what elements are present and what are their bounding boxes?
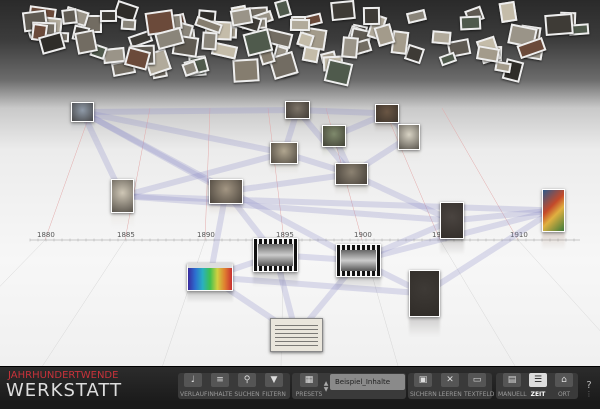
thumb-reflection bbox=[398, 151, 420, 161]
save-icon: ▣ bbox=[414, 373, 432, 387]
thumb-reflection bbox=[322, 148, 346, 157]
thumb-reflection bbox=[285, 120, 310, 127]
thumb-reflection bbox=[336, 278, 381, 291]
thumb-reflection bbox=[440, 240, 464, 255]
relation-link[interactable] bbox=[294, 107, 390, 117]
relation-link[interactable] bbox=[79, 109, 287, 156]
leeren-button[interactable]: ✕ LEEREN bbox=[437, 373, 463, 401]
preset-scroll[interactable]: ▲ ▼ bbox=[323, 381, 329, 409]
thumb-document[interactable] bbox=[398, 124, 420, 150]
thumb-landscape[interactable] bbox=[71, 102, 94, 122]
list-icon: ≡ bbox=[211, 373, 229, 387]
thumb-reflection bbox=[542, 233, 565, 250]
presets-label: PRESETS bbox=[295, 391, 323, 398]
leeren-label: LEEREN bbox=[438, 391, 462, 398]
thumb-reflection bbox=[253, 273, 298, 287]
place-layout-icon: ⌂ bbox=[555, 373, 573, 387]
thumb-reflection bbox=[409, 318, 440, 337]
year-label: 1900 bbox=[354, 231, 372, 239]
sichern-button[interactable]: ▣ SICHERN bbox=[410, 373, 437, 401]
textfeld-label: TEXTFELD bbox=[464, 391, 495, 398]
zeit-button[interactable]: ☰ ZEIT bbox=[526, 373, 550, 401]
floor-line bbox=[517, 239, 600, 332]
presets-button[interactable]: ▦ PRESETS bbox=[294, 373, 324, 401]
thumb-painting[interactable] bbox=[542, 189, 565, 232]
thumb-film-strip[interactable] bbox=[253, 238, 298, 272]
verlauf-label: VERLAUF bbox=[180, 391, 208, 398]
clear-icon: ✕ bbox=[441, 373, 459, 387]
thumb-elderly-portrait[interactable] bbox=[409, 270, 440, 317]
search-icon: ⚲ bbox=[238, 373, 256, 387]
help-button[interactable]: ? ⋮ bbox=[583, 373, 595, 401]
manuell-label: MANUELL bbox=[498, 391, 527, 398]
thumb-theater-poster[interactable] bbox=[270, 318, 323, 352]
timeline-stage[interactable]: 1880188518901895190019051910 bbox=[0, 0, 600, 366]
year-label: 1880 bbox=[37, 231, 55, 239]
thumb-man-portrait[interactable] bbox=[375, 104, 399, 123]
thumb-reflection bbox=[335, 186, 368, 195]
thumb-town[interactable] bbox=[209, 179, 243, 204]
thumb-spectrum[interactable] bbox=[187, 263, 233, 291]
relation-link[interactable] bbox=[79, 107, 301, 115]
poster-lines bbox=[275, 322, 318, 348]
logo-bottom: WERKSTATT bbox=[6, 380, 123, 401]
floor-line bbox=[162, 239, 206, 366]
suchen-label: SUCHEN bbox=[234, 391, 260, 398]
film-frame bbox=[341, 250, 376, 271]
text-field-icon: ▭ bbox=[468, 373, 486, 387]
thumb-street[interactable] bbox=[270, 142, 298, 164]
suchen-button[interactable]: ⚲ SUCHEN bbox=[234, 373, 260, 401]
manual-layout-icon: ▤ bbox=[503, 373, 521, 387]
zeit-label: ZEIT bbox=[530, 391, 546, 398]
time-layout-icon: ☰ bbox=[529, 373, 547, 387]
chevron-down-icon: ▼ bbox=[323, 386, 329, 393]
manuell-button[interactable]: ▤ MANUELL bbox=[498, 373, 527, 401]
filter-icon: ▼ bbox=[265, 373, 283, 387]
year-label: 1885 bbox=[117, 231, 135, 239]
thumb-village[interactable] bbox=[335, 163, 368, 185]
thumb-group-photo[interactable] bbox=[285, 101, 310, 119]
year-label: 1890 bbox=[197, 231, 215, 239]
floor-line bbox=[42, 239, 126, 366]
thumb-reflection bbox=[375, 124, 399, 132]
toolbar: JAHRHUNDERTWENDE WERKSTATT ♩ VERLAUF ≡ I… bbox=[0, 366, 600, 401]
thumb-reflection bbox=[209, 205, 243, 215]
verlauf-button[interactable]: ♩ VERLAUF bbox=[180, 373, 208, 401]
thumb-reflection bbox=[187, 292, 233, 303]
preset-select[interactable]: Beispiel_Inhalte bbox=[330, 374, 405, 390]
textfeld-button[interactable]: ▭ TEXTFELD bbox=[464, 373, 495, 401]
filtern-label: FILTERN bbox=[262, 391, 286, 398]
floor-line bbox=[0, 239, 46, 287]
thumb-reflection bbox=[71, 123, 94, 131]
timeline-canvas: 1880188518901895190019051910 bbox=[0, 107, 600, 366]
relation-link[interactable] bbox=[223, 171, 355, 195]
thumb-man-face[interactable] bbox=[440, 202, 464, 239]
thumb-portrait-sketch[interactable] bbox=[111, 179, 134, 213]
ort-button[interactable]: ⌂ ORT bbox=[552, 373, 576, 401]
film-frame bbox=[258, 244, 293, 266]
thumb-reflection bbox=[270, 353, 323, 366]
filtern-button[interactable]: ▼ FILTERN bbox=[261, 373, 287, 401]
inhalte-label: INHALTE bbox=[207, 391, 233, 398]
presets-icon: ▦ bbox=[300, 373, 318, 387]
inhalte-button[interactable]: ≡ INHALTE bbox=[207, 373, 233, 401]
sichern-label: SICHERN bbox=[410, 391, 437, 398]
thumb-reflection bbox=[111, 214, 134, 228]
thumb-reflection bbox=[270, 165, 298, 174]
thumb-map[interactable] bbox=[322, 125, 346, 147]
history-icon: ♩ bbox=[184, 373, 202, 387]
ort-label: ORT bbox=[557, 391, 571, 398]
thumb-film-strip[interactable] bbox=[336, 244, 381, 277]
